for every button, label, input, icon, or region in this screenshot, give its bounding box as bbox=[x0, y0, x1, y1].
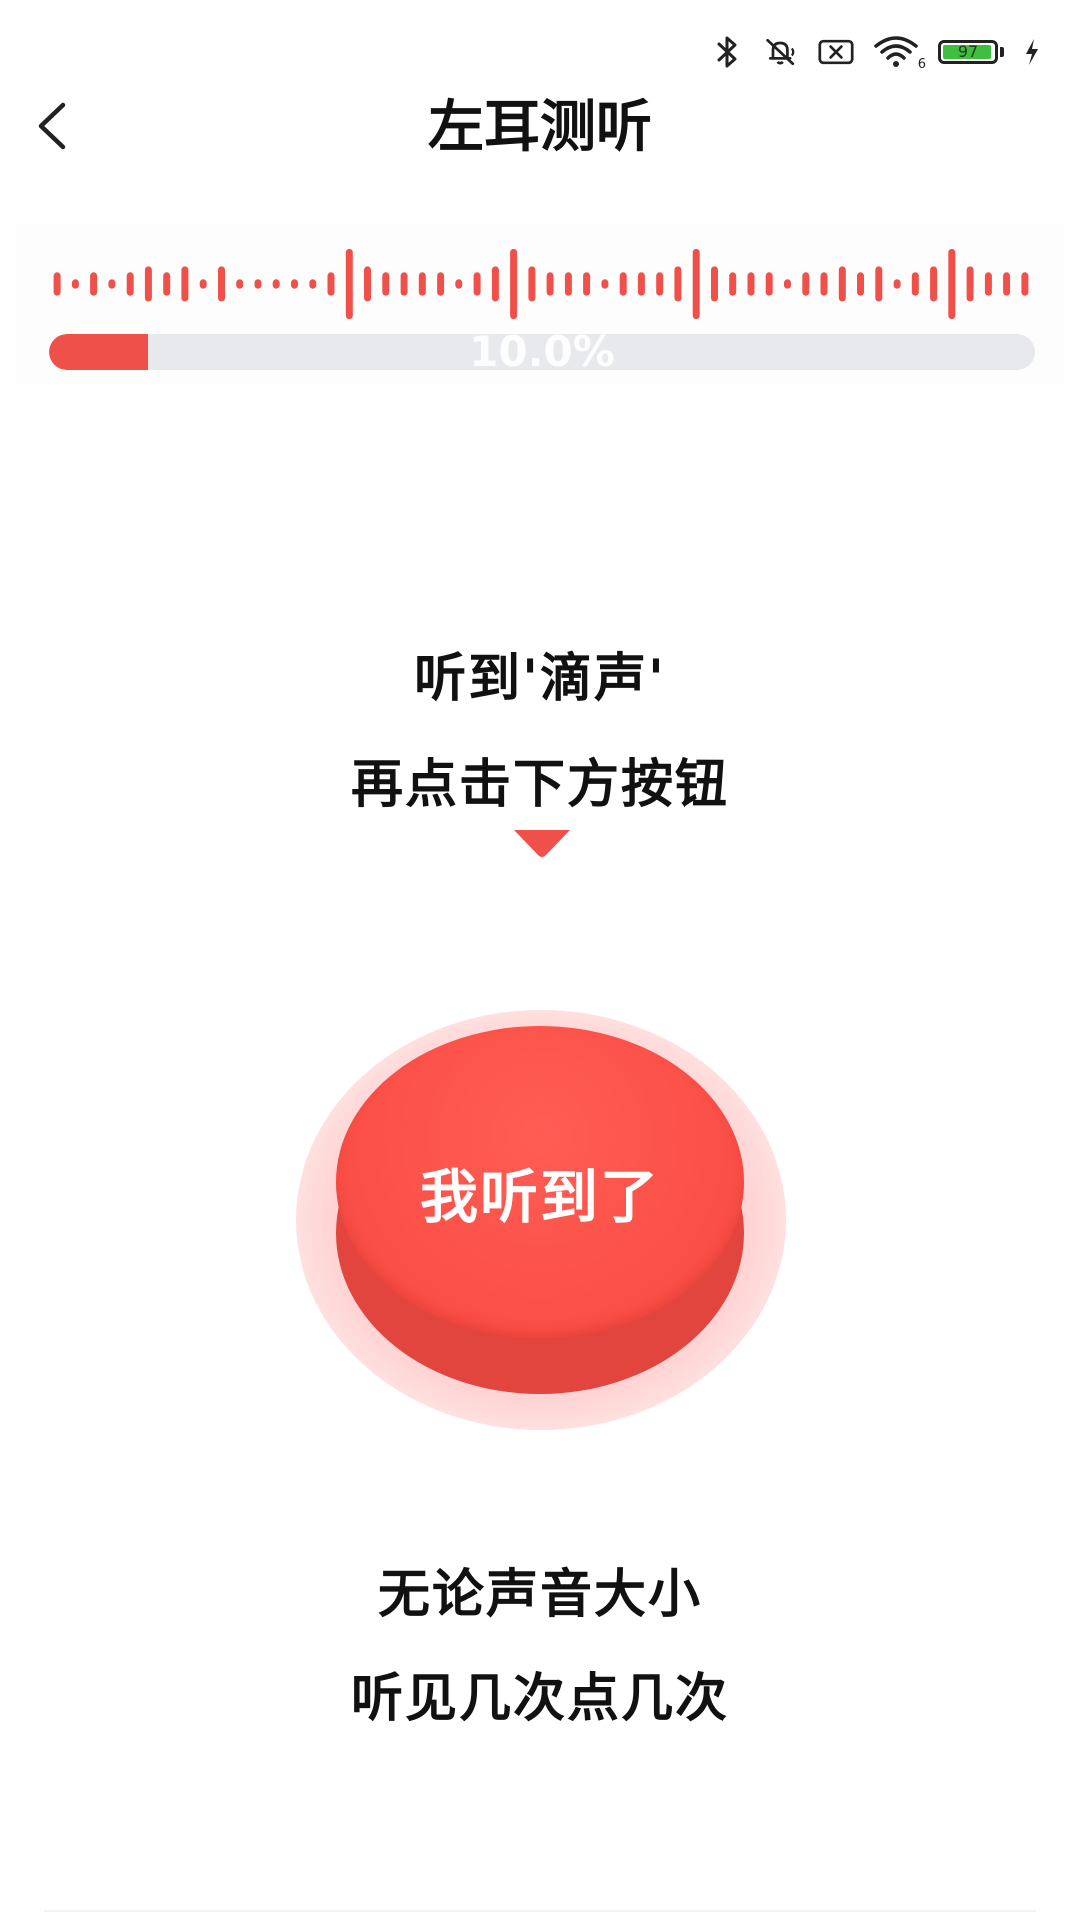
progress-track: 10.0% bbox=[49, 334, 1035, 370]
battery-indicator: 97 bbox=[938, 40, 1004, 64]
waveform-bar bbox=[400, 272, 408, 296]
instruction-line-2: 再点击下方按钮 bbox=[350, 755, 729, 815]
battery-icon: 97 bbox=[938, 40, 998, 64]
waveform-bar bbox=[1021, 272, 1029, 296]
waveform-bar bbox=[784, 279, 791, 289]
waveform-bar bbox=[692, 248, 700, 320]
waveform-bar bbox=[911, 272, 919, 296]
waveform-bar bbox=[199, 279, 207, 289]
waveform-bar bbox=[236, 279, 244, 289]
down-arrow-icon bbox=[514, 830, 570, 857]
page-title: 左耳测听 bbox=[428, 95, 652, 160]
waveform-bar bbox=[491, 266, 499, 302]
waveform-bar bbox=[656, 272, 664, 296]
waveform-bar bbox=[510, 248, 518, 320]
waveform-bar bbox=[126, 272, 134, 296]
waveform-bar bbox=[583, 272, 591, 296]
waveform-bar bbox=[254, 279, 262, 289]
waveform-bar bbox=[1003, 272, 1011, 296]
waveform-bar bbox=[893, 279, 901, 289]
test-progress-panel: 10.0% bbox=[16, 225, 1064, 385]
waveform-bar bbox=[601, 279, 609, 289]
waveform-bar bbox=[747, 272, 755, 296]
charging-bolt-icon bbox=[1022, 34, 1042, 70]
waveform-bar bbox=[327, 272, 335, 296]
hearing-test-screen: 6 97 左耳测听 10.0% 听到'滴声' 再点击下方按钮 我听到了 无论声音… bbox=[0, 0, 1080, 1920]
wifi-badge: 6 bbox=[917, 57, 926, 72]
waveform-bar bbox=[345, 248, 353, 320]
instruction-line-1: 听到'滴声' bbox=[414, 649, 666, 709]
waveform-bar bbox=[71, 279, 79, 289]
sim-x-icon bbox=[818, 34, 854, 70]
waveform-bar bbox=[473, 272, 481, 296]
heard-button-area: 我听到了 bbox=[296, 1010, 786, 1430]
waveform-bar bbox=[729, 272, 737, 296]
waveform-bar bbox=[674, 266, 682, 302]
waveform-bar bbox=[948, 248, 956, 320]
battery-cap bbox=[1000, 47, 1004, 57]
audio-waveform bbox=[53, 248, 1029, 320]
waveform-bar bbox=[144, 266, 152, 302]
waveform-bar bbox=[820, 272, 828, 296]
waveform-bar bbox=[455, 279, 463, 289]
waveform-bar bbox=[637, 272, 645, 296]
waveform-bar bbox=[528, 266, 536, 302]
waveform-bar bbox=[930, 266, 938, 302]
waveform-bar bbox=[364, 266, 371, 302]
waveform-bar bbox=[181, 266, 189, 302]
waveform-bar bbox=[90, 272, 98, 296]
waveform-bar bbox=[765, 272, 773, 296]
waveform-bar bbox=[218, 266, 225, 302]
waveform-bar bbox=[108, 279, 116, 289]
hint-line-1: 无论声音大小 bbox=[377, 1565, 702, 1625]
progress-percent: 10.0% bbox=[469, 334, 615, 370]
waveform-bar bbox=[875, 266, 883, 302]
waveform-bar bbox=[546, 272, 554, 296]
waveform-bar bbox=[272, 279, 280, 289]
waveform-bar bbox=[309, 279, 317, 289]
bluetooth-icon bbox=[710, 34, 746, 70]
waveform-bar bbox=[382, 272, 390, 296]
hint-line-2: 听见几次点几次 bbox=[350, 1669, 729, 1729]
waveform-bar bbox=[163, 272, 171, 296]
waveform-bar bbox=[966, 266, 974, 302]
waveform-bar bbox=[53, 272, 61, 296]
bottom-divider bbox=[44, 1910, 1036, 1912]
waveform-bar bbox=[619, 272, 627, 296]
waveform-bar bbox=[291, 279, 298, 289]
battery-level: 97 bbox=[957, 42, 979, 61]
waveform-bar bbox=[838, 266, 846, 302]
status-bar: 6 97 bbox=[710, 30, 1042, 74]
waveform-bar bbox=[802, 272, 810, 296]
heard-button-label: 我听到了 bbox=[419, 1163, 660, 1231]
waveform-bar bbox=[711, 266, 718, 302]
waveform-bar bbox=[564, 272, 572, 296]
muted-bell-icon bbox=[764, 34, 800, 70]
wifi-icon: 6 bbox=[872, 34, 926, 72]
heard-button[interactable]: 我听到了 bbox=[336, 1026, 744, 1338]
waveform-bar bbox=[984, 272, 992, 296]
waveform-bar bbox=[857, 272, 864, 296]
waveform-bar bbox=[418, 272, 426, 296]
waveform-bar bbox=[437, 272, 445, 296]
